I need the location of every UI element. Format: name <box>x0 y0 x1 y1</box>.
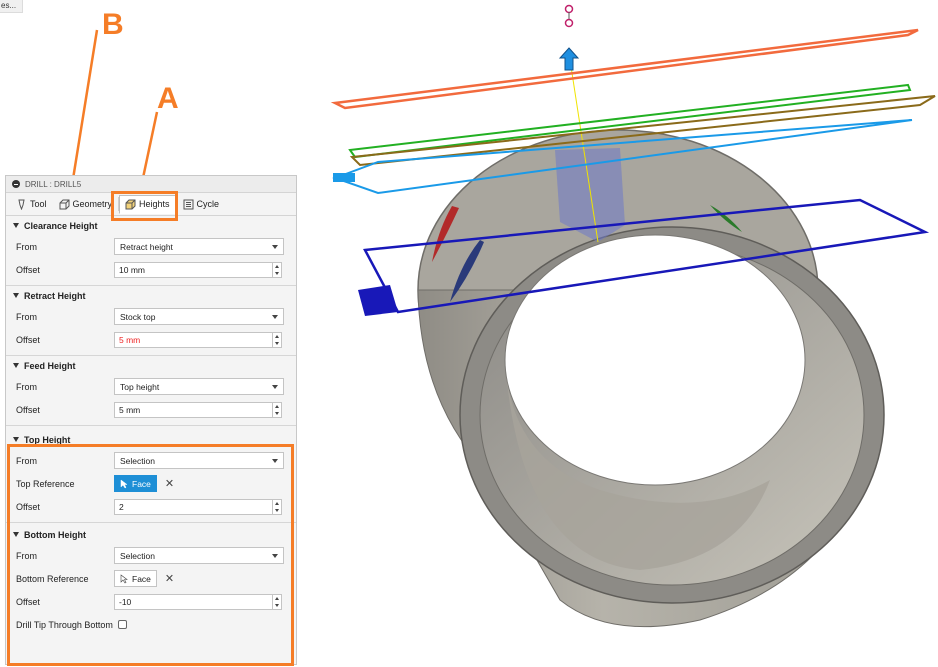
spinner-arrows[interactable] <box>272 402 281 417</box>
cursor-arrow-icon <box>120 573 128 583</box>
annotation-a-label: A <box>157 82 179 115</box>
tab-cycle[interactable]: Cycle <box>177 195 226 214</box>
chevron-down-icon <box>272 384 278 389</box>
tab-heights[interactable]: Heights <box>119 194 176 214</box>
move-arrow-icon[interactable] <box>558 47 580 71</box>
top-offset-input[interactable]: 2 <box>114 498 282 515</box>
bottom-height-section: Bottom Height From Selection Bottom Refe… <box>6 523 296 640</box>
collapse-triangle-icon <box>13 293 19 298</box>
dialog-title-bar: DRILL : DRILL5 <box>6 176 296 193</box>
drill-tip-through-bottom-checkbox[interactable] <box>118 620 127 629</box>
feed-offset-input[interactable]: 5 mm <box>114 401 282 418</box>
chevron-down-icon <box>272 458 278 463</box>
retract-height-section: Retract Height From Stock top Offset 5 m… <box>6 286 296 356</box>
collapse-triangle-icon <box>13 363 19 368</box>
bottom-height-header[interactable]: Bottom Height <box>6 525 296 544</box>
clearance-from-select[interactable]: Retract height <box>114 238 284 255</box>
toolbar-chip[interactable]: es... <box>0 0 24 13</box>
bottom-offset-input[interactable]: -10 <box>114 593 282 610</box>
bottom-reference-face-button[interactable]: Face <box>114 570 157 587</box>
clear-top-reference-close-icon[interactable]: ✕ <box>165 477 174 490</box>
bottom-from-select[interactable]: Selection <box>114 547 284 564</box>
retract-height-header[interactable]: Retract Height <box>6 286 296 305</box>
collapse-triangle-icon <box>13 223 19 228</box>
heights-icon <box>125 199 136 209</box>
top-from-select[interactable]: Selection <box>114 452 284 469</box>
retract-offset-input[interactable]: 5 mm <box>114 331 282 348</box>
clearance-offset-input[interactable]: 10 mm <box>114 261 282 278</box>
annotation-b-label: B <box>102 8 124 41</box>
spinner-arrows[interactable] <box>272 332 281 347</box>
height-manipulator-icon[interactable] <box>564 4 574 28</box>
tab-bar: Tool Geometry Heights Cycle <box>6 193 296 216</box>
clearance-height-header[interactable]: Clearance Height <box>6 216 296 235</box>
collapse-triangle-icon <box>13 437 19 442</box>
feed-height-header[interactable]: Feed Height <box>6 356 296 375</box>
dialog-title: DRILL : DRILL5 <box>25 179 82 189</box>
spinner-arrows[interactable] <box>272 262 281 277</box>
clear-bottom-reference-close-icon[interactable]: ✕ <box>165 572 174 585</box>
clearance-height-section: Clearance Height From Retract height Off… <box>6 216 296 286</box>
tab-geometry[interactable]: Geometry <box>53 195 119 214</box>
spinner-arrows[interactable] <box>272 594 281 609</box>
collapse-triangle-icon <box>13 532 19 537</box>
feed-from-select[interactable]: Top height <box>114 378 284 395</box>
chevron-down-icon <box>272 244 278 249</box>
tab-tool[interactable]: Tool <box>10 195 53 214</box>
chevron-down-icon <box>272 314 278 319</box>
chevron-down-icon <box>272 553 278 558</box>
top-reference-face-button[interactable]: Face <box>114 475 157 492</box>
cursor-arrow-icon <box>120 479 128 488</box>
geometry-icon <box>59 199 70 209</box>
clearance-plane[interactable] <box>330 28 919 110</box>
feed-height-section: Feed Height From Top height Offset 5 mm <box>6 356 296 426</box>
drill-dialog: DRILL : DRILL5 Tool Geometry Heights Cyc… <box>5 175 297 665</box>
retract-from-select[interactable]: Stock top <box>114 308 284 325</box>
cycle-icon <box>183 199 194 209</box>
top-height-header[interactable]: Top Height <box>6 430 296 449</box>
collapse-icon[interactable] <box>12 180 20 188</box>
spinner-arrows[interactable] <box>272 499 281 514</box>
top-height-section: Top Height From Selection Top Reference … <box>6 426 296 523</box>
tool-icon <box>18 199 25 210</box>
